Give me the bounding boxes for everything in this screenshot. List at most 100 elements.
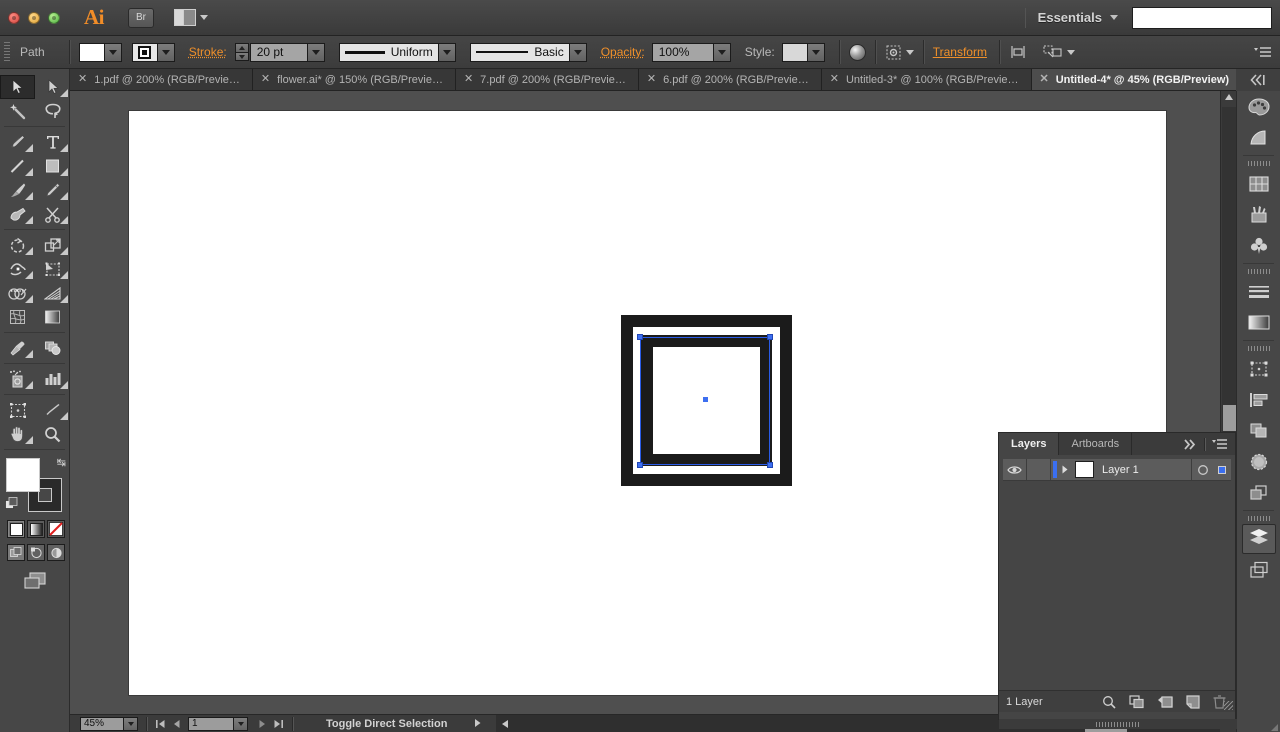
align-icon[interactable] [1009, 44, 1027, 60]
previous-artboard-button[interactable] [168, 716, 184, 732]
gradient-panel-icon[interactable] [1237, 307, 1280, 338]
dock-group-grip[interactable] [1237, 343, 1280, 353]
chevron-down-icon[interactable] [234, 716, 248, 731]
stroke-swatch[interactable] [131, 42, 158, 62]
workspace-switcher[interactable]: Essentials [1038, 10, 1102, 25]
graphic-style-control[interactable] [781, 42, 825, 62]
chevron-down-icon[interactable] [807, 42, 825, 62]
width-tool[interactable] [0, 257, 35, 281]
lasso-tool[interactable] [35, 99, 70, 123]
brush-definition[interactable]: Basic [469, 42, 570, 62]
isolate-selected-object-button[interactable] [885, 44, 914, 61]
dock-group-grip[interactable] [1237, 266, 1280, 276]
zoom-tool[interactable] [35, 422, 70, 446]
swap-fill-stroke-icon[interactable]: ↹ [57, 456, 66, 469]
color-guide-panel-icon[interactable] [1237, 122, 1280, 153]
mesh-tool[interactable] [0, 305, 35, 329]
opacity-knockout-icon[interactable] [848, 43, 866, 61]
layer-expand-arrow[interactable] [1057, 459, 1073, 480]
transform-link[interactable]: Transform [933, 45, 987, 59]
layers-list[interactable]: Layer 1 1 Layer [999, 459, 1235, 712]
panel-menu-icon[interactable] [1254, 45, 1272, 59]
fill-color-control[interactable] [78, 42, 122, 62]
search-input[interactable] [1132, 6, 1272, 29]
chevron-down-icon[interactable] [713, 42, 731, 62]
zoom-window-button[interactable] [48, 11, 60, 24]
close-window-button[interactable] [8, 11, 20, 24]
layer-selection-square[interactable] [1213, 459, 1231, 480]
artboard-tool[interactable] [0, 398, 35, 422]
locate-object-icon[interactable] [1102, 695, 1116, 709]
make-clipping-mask-icon[interactable] [1129, 694, 1144, 709]
last-artboard-button[interactable] [270, 716, 286, 732]
stroke-color-control[interactable] [131, 42, 175, 62]
symbols-panel-icon[interactable] [1237, 230, 1280, 261]
anchor-point-top-right[interactable] [767, 334, 773, 340]
first-artboard-button[interactable] [152, 716, 168, 732]
close-icon[interactable]: ✕ [78, 74, 87, 85]
gradient-tool[interactable] [35, 305, 70, 329]
color-mode-button[interactable] [7, 520, 25, 538]
align-panel-icon[interactable] [1237, 384, 1280, 415]
layer-name[interactable]: Layer 1 [1094, 464, 1191, 476]
rectangle-tool[interactable] [35, 154, 70, 178]
brushes-panel-icon[interactable] [1237, 199, 1280, 230]
blob-brush-tool[interactable] [0, 202, 35, 226]
graphic-style-swatch[interactable] [781, 42, 808, 62]
dock-group-grip[interactable] [1237, 513, 1280, 523]
next-artboard-button[interactable] [254, 716, 270, 732]
pathfinder-panel-icon[interactable] [1237, 415, 1280, 446]
document-tab[interactable]: ✕ flower.ai* @ 150% (RGB/Previe… [252, 69, 456, 90]
anchor-point-bottom-left[interactable] [637, 462, 643, 468]
layer-visibility-toggle[interactable] [1003, 459, 1027, 480]
panel-drag-handle[interactable] [999, 719, 1237, 729]
chevron-down-icon[interactable] [307, 42, 325, 62]
status-menu-button[interactable] [473, 715, 482, 732]
close-icon[interactable]: ✕ [464, 74, 473, 85]
fill-color-swatch[interactable] [6, 458, 40, 492]
panel-menu-icon[interactable] [1212, 438, 1228, 450]
stroke-weight-label[interactable]: Stroke: [189, 45, 227, 59]
create-new-layer-icon[interactable] [1186, 694, 1200, 709]
appearance-panel-icon[interactable] [1237, 477, 1280, 508]
draw-normal-button[interactable] [7, 544, 25, 561]
draw-behind-button[interactable] [27, 544, 45, 561]
chevron-down-icon[interactable] [124, 716, 138, 731]
dock-group-grip[interactable] [1237, 158, 1280, 168]
chevron-down-icon[interactable] [104, 42, 122, 62]
none-mode-button[interactable] [47, 520, 65, 538]
anchor-point-top-left[interactable] [637, 334, 643, 340]
create-new-sublayer-icon[interactable] [1157, 695, 1173, 709]
layers-panel-icon[interactable] [1237, 523, 1280, 554]
eyedropper-tool[interactable] [0, 336, 35, 360]
opacity-control[interactable]: 100% [651, 42, 731, 62]
document-tab-active[interactable]: ✕ Untitled-4* @ 45% (RGB/Preview) [1031, 69, 1243, 90]
chevron-down-icon[interactable] [569, 42, 587, 62]
document-tab[interactable]: ✕ Untitled-3* @ 100% (RGB/Previe… [821, 69, 1032, 90]
arrange-documents-button[interactable] [174, 9, 208, 26]
double-chevron-right-icon[interactable] [1183, 438, 1197, 450]
selection-tool[interactable] [0, 75, 35, 99]
stroke-panel-icon[interactable] [1237, 276, 1280, 307]
transform-panel-icon[interactable] [1237, 353, 1280, 384]
layer-row[interactable]: Layer 1 [1003, 459, 1231, 481]
bridge-icon[interactable]: Br [128, 7, 154, 28]
transparency-panel-icon[interactable] [1237, 446, 1280, 477]
stroke-weight-control[interactable]: 20 pt [234, 42, 325, 62]
paintbrush-tool[interactable] [0, 178, 35, 202]
dock-collapse-button[interactable] [1236, 69, 1280, 91]
stroke-weight-stepper[interactable] [234, 43, 249, 61]
opacity-label[interactable]: Opacity: [601, 45, 645, 59]
layer-target-indicator[interactable] [1191, 459, 1213, 480]
direct-selection-tool[interactable] [35, 75, 70, 99]
hand-tool[interactable] [0, 422, 35, 446]
scroll-up-icon[interactable] [1225, 94, 1233, 100]
stroke-weight-value[interactable]: 20 pt [249, 42, 308, 62]
eraser-tool[interactable] [35, 202, 70, 226]
nested-square-artwork[interactable] [621, 315, 792, 486]
document-tab[interactable]: ✕ 1.pdf @ 200% (RGB/Previe… [70, 69, 253, 90]
close-icon[interactable]: ✕ [261, 74, 270, 85]
control-bar-grip[interactable] [4, 42, 10, 62]
line-segment-tool[interactable] [0, 154, 35, 178]
perspective-grid-tool[interactable] [35, 281, 70, 305]
